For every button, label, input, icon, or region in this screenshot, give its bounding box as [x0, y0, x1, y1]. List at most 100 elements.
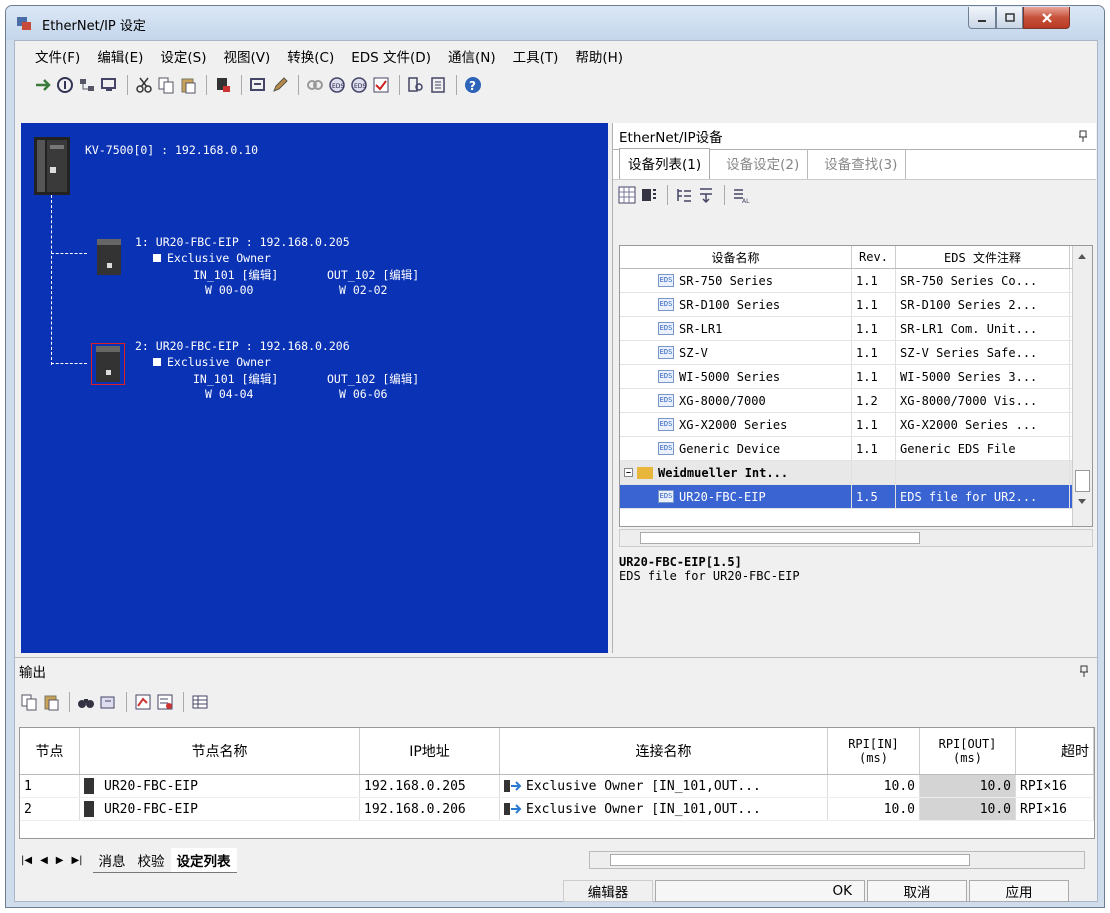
col-rev[interactable]: Rev. [852, 246, 896, 268]
node-1-title[interactable]: 1: UR20-FBC-EIP : 192.168.0.205 [135, 235, 350, 249]
close-button[interactable] [1023, 7, 1070, 29]
network-diagram[interactable]: KV-7500[0] : 192.168.0.10 1: UR20-FBC-EI… [21, 123, 608, 653]
node-1-out[interactable]: OUT_102 [编辑] [327, 267, 419, 283]
apply-button[interactable]: 应用 [969, 880, 1069, 902]
menu-communication[interactable]: 通信(N) [448, 46, 496, 66]
col-timeout[interactable]: 超时 [1016, 728, 1094, 774]
device-list-hscroll[interactable] [619, 529, 1093, 547]
pin-icon[interactable] [1078, 130, 1088, 142]
menu-eds-file[interactable]: EDS 文件(D) [351, 46, 431, 66]
col-rpi-in[interactable]: RPI[IN] (ms) [828, 728, 920, 774]
list-view-icon[interactable] [639, 185, 659, 205]
add-device-icon[interactable] [33, 75, 53, 95]
node-1-in[interactable]: IN_101 [编辑] [193, 267, 278, 283]
pin-icon[interactable] [1079, 665, 1089, 677]
table-row[interactable]: 2 UR20-FBC-EIP 192.168.0.206 Exclusive O… [20, 798, 1094, 821]
copy-icon[interactable] [19, 692, 39, 712]
collapse-icon[interactable] [153, 254, 161, 262]
menu-view[interactable]: 视图(V) [224, 46, 271, 66]
collapse-all-icon[interactable] [696, 185, 716, 205]
tab-check[interactable]: 校验 [131, 848, 171, 873]
list-item[interactable]: EDS SZ-V 1.1 SZ-V Series Safe... [620, 341, 1092, 365]
vendor-group-row[interactable]: − Weidmueller Int... [620, 461, 1092, 485]
settings-list-icon[interactable] [133, 692, 153, 712]
next-tab-icon[interactable]: ▶ [56, 855, 64, 866]
show-all-icon[interactable]: ALL [731, 185, 751, 205]
eds-delete-icon[interactable]: EDS [349, 75, 369, 95]
tab-messages[interactable]: 消息 [92, 848, 132, 873]
device-list-vscroll[interactable] [1072, 246, 1092, 526]
list-item[interactable]: EDS Generic Device 1.1 Generic EDS File [620, 437, 1092, 461]
list-item[interactable]: EDS XG-8000/7000 1.2 XG-8000/7000 Vis... [620, 389, 1092, 413]
cancel-button[interactable]: 取消 [867, 880, 967, 902]
tab-device-list[interactable]: 设备列表(1) [619, 148, 711, 179]
scroll-thumb[interactable] [640, 532, 920, 544]
device-settings-icon[interactable] [248, 75, 268, 95]
last-tab-icon[interactable]: ▶| [71, 855, 82, 866]
export-icon[interactable] [98, 692, 118, 712]
menu-file[interactable]: 文件(F) [35, 46, 80, 66]
list-item[interactable]: EDS WI-5000 Series 1.1 WI-5000 Series 3... [620, 365, 1092, 389]
search-device-icon[interactable] [406, 75, 426, 95]
tab-device-settings[interactable]: 设备设定(2) [718, 149, 809, 179]
node-2-out[interactable]: OUT_102 [编辑] [327, 371, 419, 387]
menu-convert[interactable]: 转换(C) [287, 46, 334, 66]
ok-button[interactable]: OK [655, 880, 865, 902]
info-icon[interactable] [55, 75, 75, 95]
col-connection[interactable]: 连接名称 [500, 728, 828, 774]
monitor-icon[interactable] [99, 75, 119, 95]
paste-icon[interactable] [178, 75, 198, 95]
tab-device-search[interactable]: 设备查找(3) [816, 149, 907, 179]
first-tab-icon[interactable]: |◀ [21, 855, 32, 866]
collapse-icon[interactable] [153, 358, 161, 366]
scroll-thumb[interactable] [610, 854, 970, 866]
find-icon[interactable] [76, 692, 96, 712]
col-ip[interactable]: IP地址 [360, 728, 500, 774]
col-device-name[interactable]: 设备名称 [620, 246, 852, 268]
copy-icon[interactable] [156, 75, 176, 95]
col-node-name[interactable]: 节点名称 [80, 728, 360, 774]
col-eds-note[interactable]: EDS 文件注释 [896, 246, 1070, 268]
plc-unit-icon[interactable] [34, 137, 70, 195]
help-icon[interactable]: ? [463, 75, 483, 95]
list-icon[interactable] [428, 75, 448, 95]
cut-icon[interactable] [134, 75, 154, 95]
scroll-up-icon[interactable] [1076, 250, 1088, 260]
selected-device-row[interactable]: EDS UR20-FBC-EIP 1.5 EDS file for UR2... [620, 485, 1092, 509]
prev-tab-icon[interactable]: ◀ [40, 855, 48, 866]
table-icon[interactable] [190, 692, 210, 712]
paste-icon[interactable] [41, 692, 61, 712]
transfer-icon[interactable] [213, 75, 233, 95]
error-list-icon[interactable] [155, 692, 175, 712]
output-hscroll[interactable] [589, 851, 1085, 869]
tab-settings-list[interactable]: 设定列表 [170, 847, 237, 873]
edit-icon[interactable] [270, 75, 290, 95]
node-2-title[interactable]: 2: UR20-FBC-EIP : 192.168.0.206 [135, 339, 350, 353]
table-row[interactable]: 1 UR20-FBC-EIP 192.168.0.205 Exclusive O… [20, 775, 1094, 798]
scroll-down-icon[interactable] [1076, 496, 1088, 506]
eds-register-icon[interactable]: EDS [327, 75, 347, 95]
list-item[interactable]: EDS SR-750 Series 1.1 SR-750 Series Co... [620, 269, 1092, 293]
list-item[interactable]: EDS XG-X2000 Series 1.1 XG-X2000 Series ... [620, 413, 1092, 437]
col-rpi-out[interactable]: RPI[OUT] (ms) [920, 728, 1016, 774]
grid-view-icon[interactable] [617, 185, 637, 205]
list-item[interactable]: EDS SR-LR1 1.1 SR-LR1 Com. Unit... [620, 317, 1092, 341]
network-icon[interactable] [77, 75, 97, 95]
device-list-table[interactable]: 设备名称 Rev. EDS 文件注释 EDS SR-750 Series 1.1 SR… [619, 245, 1093, 527]
col-node[interactable]: 节点 [20, 728, 80, 774]
settings-list-table[interactable]: 节点 节点名称 IP地址 连接名称 RPI[IN] (ms) RPI[OUT] … [19, 727, 1095, 839]
node-2-in[interactable]: IN_101 [编辑] [193, 371, 278, 387]
list-item[interactable]: EDS SR-D100 Series 1.1 SR-D100 Series 2... [620, 293, 1092, 317]
collapse-icon[interactable]: − [624, 468, 633, 477]
check-icon[interactable] [371, 75, 391, 95]
menu-help[interactable]: 帮助(H) [575, 46, 623, 66]
scroll-thumb[interactable] [1075, 470, 1090, 492]
minimize-button[interactable] [968, 7, 996, 29]
expand-all-icon[interactable] [674, 185, 694, 205]
menu-settings[interactable]: 设定(S) [160, 46, 206, 66]
node-2-device-icon[interactable] [91, 343, 125, 385]
menu-edit[interactable]: 编辑(E) [97, 46, 143, 66]
menu-tools[interactable]: 工具(T) [513, 46, 559, 66]
node-1-device-icon[interactable] [93, 237, 125, 277]
maximize-button[interactable] [996, 7, 1023, 29]
